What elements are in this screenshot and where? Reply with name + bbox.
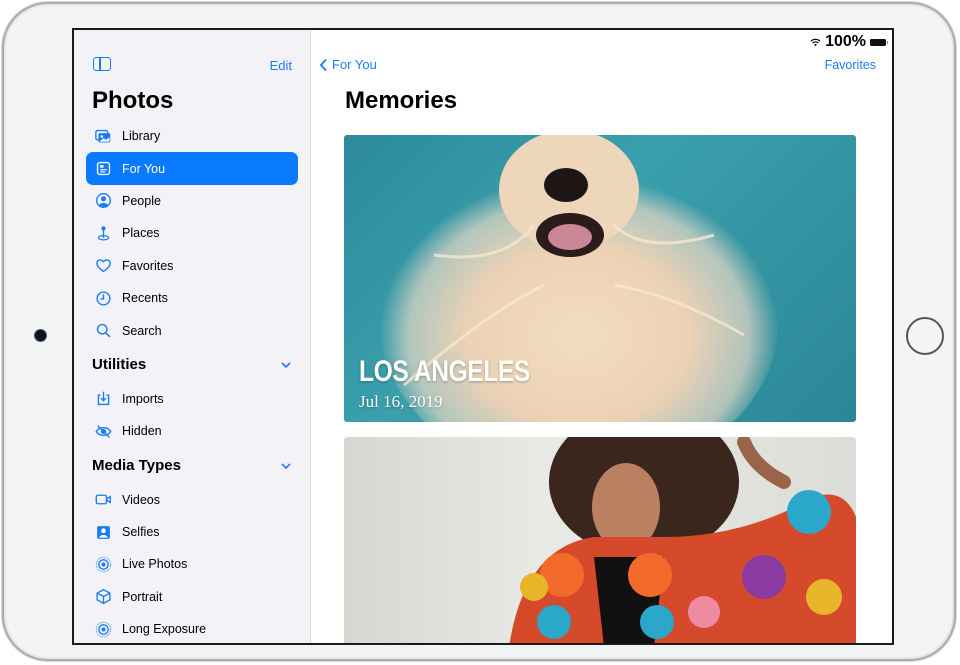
memory-card[interactable]: LOS ANGELES Jul 16, 2019 [344, 135, 856, 422]
sidebar-item-label: Portrait [122, 589, 163, 604]
photo-library-icon [94, 127, 112, 145]
for-you-icon [94, 160, 112, 178]
chevron-down-icon [281, 462, 291, 469]
wifi-icon [810, 38, 821, 46]
edit-button[interactable]: Edit [270, 58, 292, 73]
section-header-media-types[interactable]: Media Types [86, 448, 298, 484]
memory-card[interactable] [344, 437, 856, 643]
sidebar-item-label: Live Photos [122, 557, 188, 572]
search-icon [94, 322, 112, 340]
sidebar-item-recents[interactable]: Recents [86, 282, 298, 314]
favorites-button[interactable]: Favorites [825, 58, 876, 72]
status-indicators: 100% [810, 33, 888, 51]
sidebar-item-portrait[interactable]: Portrait [86, 581, 298, 613]
sidebar-item-label: Hidden [122, 424, 162, 439]
sidebar-item-label: Recents [122, 291, 168, 306]
video-icon [94, 491, 112, 509]
eye-slash-icon [94, 422, 112, 440]
sidebar-item-label: Videos [122, 492, 160, 507]
sidebar-item-label: For You [122, 161, 166, 176]
sidebar-toggle-icon[interactable] [93, 57, 111, 71]
sidebar-item-hidden[interactable]: Hidden [86, 415, 298, 447]
sidebar-item-label: Favorites [122, 258, 174, 273]
sidebar-item-imports[interactable]: Imports [86, 383, 298, 415]
content-area: 100% For You Favorites Memories LOS ANGE… [311, 30, 892, 643]
memory-date: Jul 16, 2019 [359, 392, 443, 411]
sidebar: Edit Photos Library For You People Place… [74, 30, 311, 643]
sidebar-item-search[interactable]: Search [86, 314, 298, 346]
back-label: For You [332, 57, 377, 72]
screen: 9:41 AM Tue Sep 15 Edit Photos Library [72, 28, 894, 645]
sidebar-item-label: Long Exposure [122, 622, 207, 637]
sidebar-title: Photos [92, 87, 174, 114]
sidebar-item-label: Places [122, 226, 160, 241]
sidebar-item-long-exposure[interactable]: Long Exposure [86, 613, 298, 643]
nav-list: Library For You People Places Favorites … [86, 120, 298, 643]
clock-icon [94, 289, 112, 307]
sidebar-item-label: Search [122, 323, 162, 338]
live-photo-icon [94, 555, 112, 573]
memory-title: LOS ANGELES [359, 355, 530, 388]
import-icon [94, 390, 112, 408]
heart-icon [94, 257, 112, 275]
sidebar-item-favorites[interactable]: Favorites [86, 250, 298, 282]
front-camera [35, 330, 46, 341]
sidebar-item-people[interactable]: People [86, 185, 298, 217]
section-title: Media Types [92, 457, 181, 475]
home-button[interactable] [906, 317, 944, 355]
sidebar-item-videos[interactable]: Videos [86, 484, 298, 516]
map-pin-icon [94, 224, 112, 242]
section-header-utilities[interactable]: Utilities [86, 347, 298, 383]
chevron-left-icon [319, 58, 327, 71]
sidebar-item-label: People [122, 193, 161, 208]
ipad-frame: 9:41 AM Tue Sep 15 Edit Photos Library [2, 2, 956, 661]
sidebar-item-label: Selfies [122, 525, 160, 540]
back-button[interactable]: For You [319, 57, 377, 72]
memory-photo-portrait [509, 437, 856, 643]
selfie-icon [94, 523, 112, 541]
sidebar-item-live-photos[interactable]: Live Photos [86, 548, 298, 580]
sidebar-item-selfies[interactable]: Selfies [86, 516, 298, 548]
cube-icon [94, 588, 112, 606]
chevron-down-icon [281, 362, 291, 368]
long-exposure-icon [94, 620, 112, 638]
sidebar-item-label: Imports [122, 391, 164, 406]
battery-icon [870, 38, 888, 46]
section-title: Utilities [92, 356, 147, 374]
sidebar-item-library[interactable]: Library [86, 120, 298, 152]
sidebar-item-for-you[interactable]: For You [86, 152, 298, 185]
battery-percent: 100% [825, 33, 866, 50]
person-circle-icon [94, 192, 112, 210]
page-title: Memories [345, 87, 458, 114]
sidebar-item-label: Library [122, 129, 161, 144]
sidebar-item-places[interactable]: Places [86, 217, 298, 249]
